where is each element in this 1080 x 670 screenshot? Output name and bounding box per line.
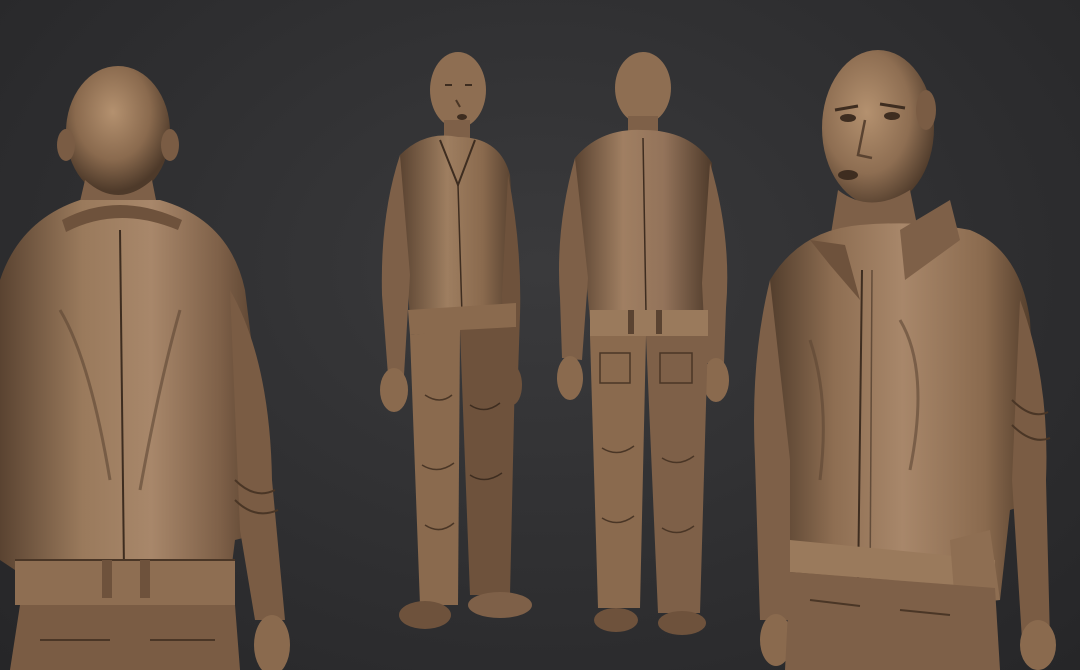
front-full-figure <box>380 52 532 629</box>
back-closeup-render <box>0 60 300 670</box>
front-full-render <box>370 45 540 640</box>
back-full-render <box>550 48 740 638</box>
back-closeup-figure <box>0 66 290 670</box>
sculpt-viewport <box>0 0 1080 670</box>
back-full-figure <box>557 52 729 635</box>
front-closeup-render <box>750 40 1080 670</box>
front-closeup-figure <box>754 50 1056 670</box>
